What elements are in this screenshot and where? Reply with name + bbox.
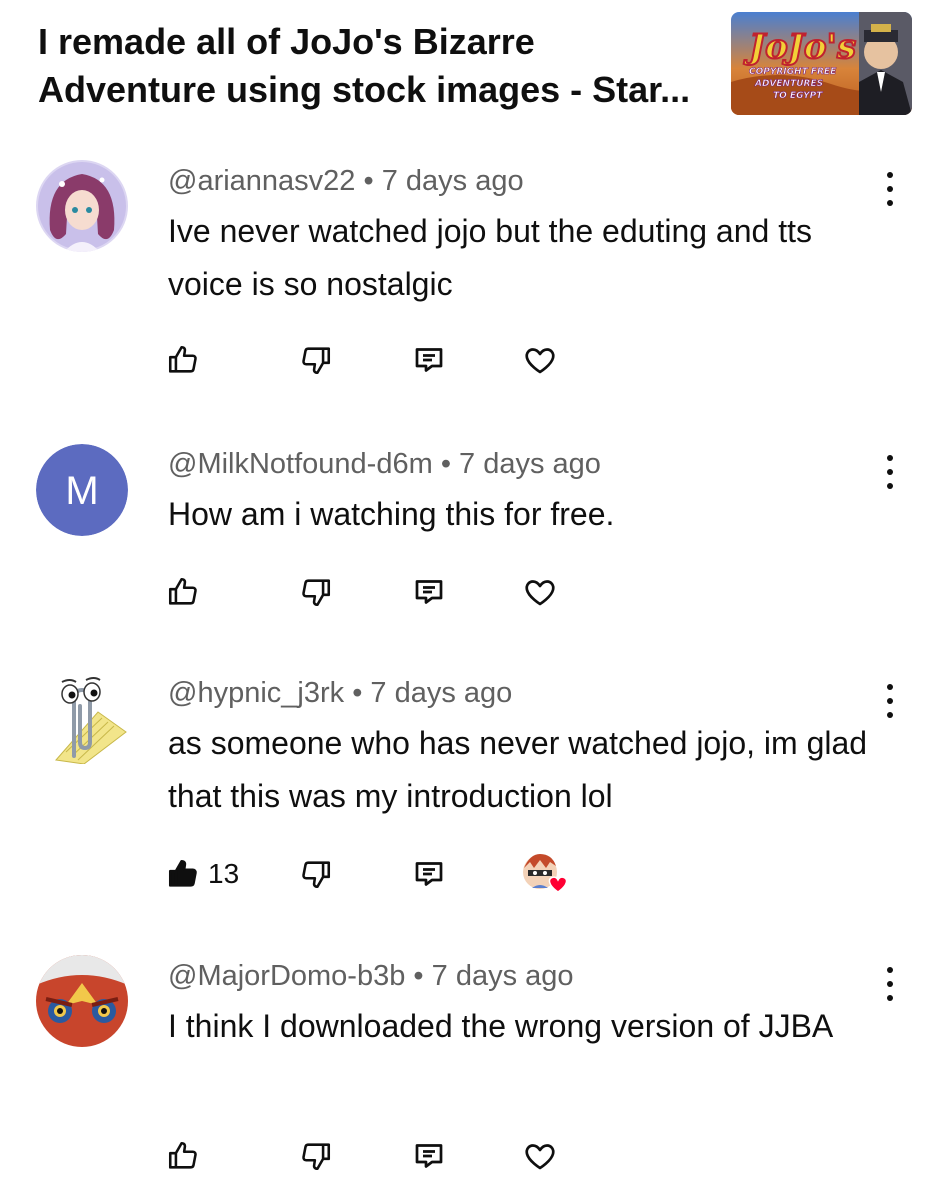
comment-meta: @hypnic_j3rk • 7 days ago bbox=[168, 677, 512, 710]
avatar[interactable] bbox=[36, 160, 128, 252]
reply-button[interactable] bbox=[411, 1136, 447, 1176]
dislike-button[interactable] bbox=[299, 854, 333, 894]
comment-meta: @MilkNotfound-d6m • 7 days ago bbox=[168, 448, 601, 481]
like-count: 13 bbox=[208, 858, 240, 889]
heart-button[interactable] bbox=[522, 1136, 558, 1176]
comment-time: 7 days ago bbox=[459, 448, 601, 480]
meta-separator: • bbox=[440, 448, 451, 480]
svg-text:TO EGYPT: TO EGYPT bbox=[773, 91, 823, 101]
comment-time: 7 days ago bbox=[431, 960, 574, 992]
meta-separator: • bbox=[352, 677, 363, 709]
meta-separator: • bbox=[413, 960, 424, 992]
video-title[interactable]: I remade all of JoJo's Bizarre Adventure… bbox=[38, 18, 718, 114]
meta-separator: • bbox=[363, 165, 374, 197]
heart-button[interactable] bbox=[522, 572, 558, 612]
comment-text: How am i watching this for free. bbox=[168, 496, 615, 532]
video-thumbnail[interactable]: JoJo's COPYRIGHT FREE ADVENTURES TO EGYP… bbox=[731, 12, 912, 115]
video-title-line-1: I remade all of JoJo's Bizarre bbox=[38, 21, 535, 62]
comment-meta: @ariannasv22 • 7 days ago bbox=[168, 165, 524, 198]
creator-heart-badge[interactable] bbox=[520, 854, 570, 894]
reply-icon bbox=[415, 348, 443, 372]
comment-meta: @MajorDomo-b3b • 7 days ago bbox=[168, 960, 574, 993]
like-button[interactable] bbox=[166, 572, 200, 612]
clippy-avatar bbox=[55, 677, 127, 764]
dislike-button[interactable] bbox=[299, 340, 333, 380]
comment-actions bbox=[0, 1136, 949, 1176]
comment-time: 7 days ago bbox=[381, 165, 524, 197]
like-button[interactable]: 13 bbox=[166, 854, 239, 894]
comment-text: as someone who has never watched jojo, i… bbox=[168, 725, 868, 814]
comment-actions bbox=[0, 340, 949, 380]
dislike-button[interactable] bbox=[299, 572, 333, 612]
avatar[interactable] bbox=[36, 672, 128, 764]
heart-icon bbox=[525, 348, 555, 374]
comment-text: Ive never watched jojo but the eduting a… bbox=[168, 213, 812, 302]
comment-author[interactable]: @MilkNotfound-d6m bbox=[168, 448, 433, 480]
dislike-button[interactable] bbox=[299, 1136, 333, 1176]
like-button[interactable] bbox=[166, 1136, 200, 1176]
reply-icon bbox=[415, 1144, 443, 1168]
thumbnail-logo: JoJo's bbox=[743, 27, 856, 67]
thumbs-down-icon bbox=[302, 579, 331, 607]
comment-author[interactable]: @hypnic_j3rk bbox=[168, 677, 344, 709]
avatar[interactable] bbox=[36, 955, 128, 1047]
heart-icon bbox=[525, 580, 555, 606]
anime-girl-avatar bbox=[36, 160, 128, 252]
thumbs-up-icon bbox=[168, 1141, 197, 1169]
svg-text:M: M bbox=[65, 469, 98, 513]
letter-avatar: M bbox=[36, 444, 128, 536]
heart-icon bbox=[525, 1144, 555, 1170]
svg-text:COPYRIGHT FREE: COPYRIGHT FREE bbox=[749, 67, 837, 77]
comment-actions bbox=[0, 572, 949, 612]
comment-time: 7 days ago bbox=[370, 677, 513, 709]
reply-button[interactable] bbox=[411, 572, 447, 612]
comment-author[interactable]: @ariannasv22 bbox=[168, 165, 355, 197]
heart-button[interactable] bbox=[522, 340, 558, 380]
thumbs-down-icon bbox=[302, 1143, 331, 1171]
thumbs-up-filled-icon bbox=[168, 859, 197, 887]
comment-author[interactable]: @MajorDomo-b3b bbox=[168, 960, 405, 992]
thumbs-up-icon bbox=[168, 577, 197, 605]
comment-text: I think I downloaded the wrong version o… bbox=[168, 1008, 834, 1044]
reply-button[interactable] bbox=[411, 854, 447, 894]
video-title-line-2: Adventure using stock images - Star... bbox=[38, 69, 691, 110]
svg-text:ADVENTURES: ADVENTURES bbox=[754, 79, 823, 89]
reply-icon bbox=[415, 580, 443, 604]
like-button[interactable] bbox=[166, 340, 200, 380]
red-bird-avatar bbox=[36, 955, 128, 1047]
reply-button[interactable] bbox=[411, 340, 447, 380]
creator-heart-icon bbox=[523, 854, 568, 893]
thumbs-down-icon bbox=[302, 347, 331, 375]
thumbs-up-icon bbox=[168, 345, 197, 373]
avatar[interactable]: M bbox=[36, 444, 128, 536]
thumbs-down-icon bbox=[302, 861, 331, 889]
comment-actions: 13 bbox=[0, 854, 949, 894]
reply-icon bbox=[415, 862, 443, 886]
